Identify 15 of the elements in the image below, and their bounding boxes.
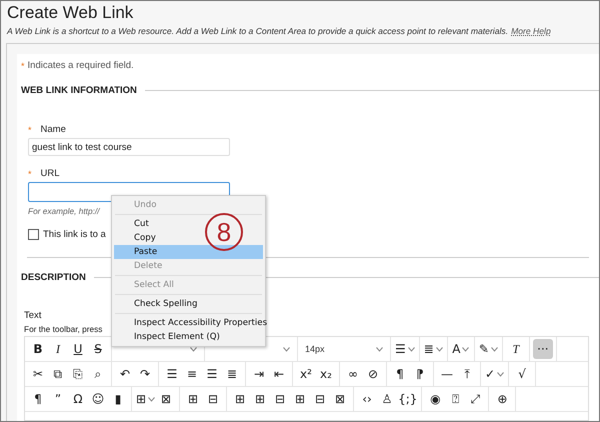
checkbox-label: This link is to a — [43, 229, 106, 240]
field-label: URL — [40, 168, 60, 179]
field-hint: For example, http:// — [28, 206, 100, 216]
required-mark: * — [21, 60, 25, 70]
required-mark: * — [28, 168, 32, 178]
field-label: Text — [24, 310, 42, 321]
required-note: Indicates a required field. — [28, 60, 134, 71]
page-title: Create Web Link — [7, 3, 134, 23]
section-heading: WEB LINK INFORMATION — [21, 85, 137, 96]
page-description: A Web Link is a shortcut to a Web resource. Add a Web Link to a Content Area to provide a quick access point to relevant materials. More Help — [7, 26, 551, 36]
required-mark: * — [28, 124, 32, 134]
step-badge: 8 — [205, 213, 243, 251]
field-label: Name — [40, 124, 66, 135]
field-hint: For the toolbar, press — [24, 324, 102, 334]
section-heading: DESCRIPTION — [21, 272, 86, 283]
